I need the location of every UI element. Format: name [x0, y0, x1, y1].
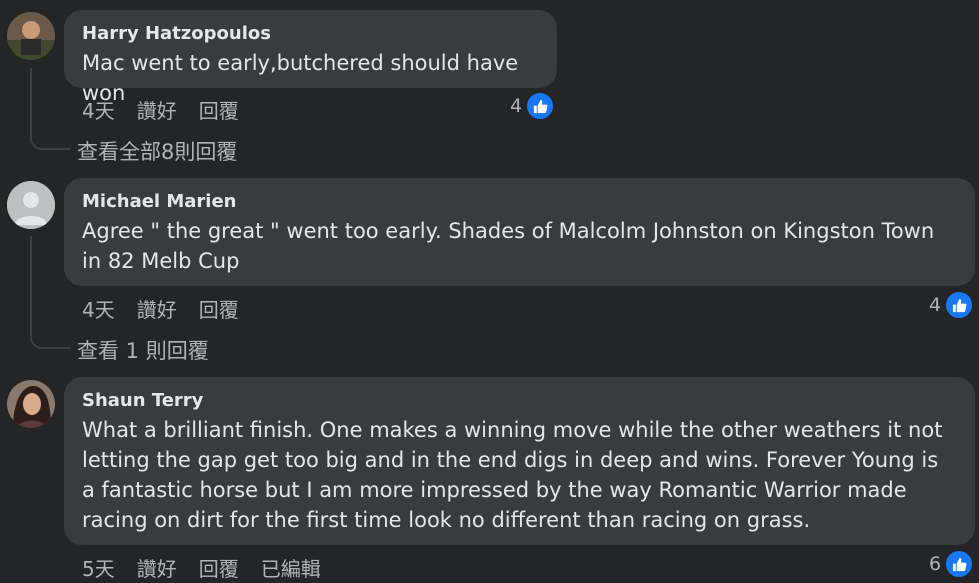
comment-author[interactable]: Shaun Terry: [82, 390, 957, 412]
comment-author[interactable]: Harry Hatzopoulos: [82, 23, 539, 45]
reaction-count[interactable]: 4: [929, 290, 975, 320]
reaction-count[interactable]: 4: [510, 91, 556, 121]
comment-actions: 5天 讚好 回覆 已編輯: [82, 553, 321, 582]
comment-time[interactable]: 4天: [82, 294, 115, 323]
reaction-count-number: 6: [929, 553, 942, 575]
like-icon: [944, 290, 975, 320]
avatar[interactable]: [7, 380, 55, 428]
thread-line: [30, 236, 70, 349]
comment-actions: 4天 讚好 回覆: [82, 294, 239, 323]
reply-button[interactable]: 回覆: [199, 294, 239, 323]
comment-bubble: Michael Marien Agree " the great " went …: [64, 178, 975, 286]
comment-bubble: Shaun Terry What a brilliant finish. One…: [64, 377, 975, 545]
avatar[interactable]: [7, 12, 55, 60]
like-button[interactable]: 讚好: [137, 553, 177, 582]
comment-time[interactable]: 4天: [82, 95, 115, 124]
thread-line: [30, 68, 70, 150]
comment-author[interactable]: Michael Marien: [82, 191, 957, 213]
view-replies-link[interactable]: 查看 1 則回覆: [77, 335, 209, 365]
reply-button[interactable]: 回覆: [199, 553, 239, 582]
like-button[interactable]: 讚好: [137, 294, 177, 323]
comment-time[interactable]: 5天: [82, 553, 115, 582]
reaction-count-number: 4: [929, 294, 942, 316]
like-icon: [944, 549, 975, 579]
comment-text: What a brilliant finish. One makes a win…: [82, 418, 950, 532]
reply-button[interactable]: 回覆: [199, 95, 239, 124]
view-replies-link[interactable]: 查看全部8則回覆: [77, 136, 237, 166]
like-icon: [525, 91, 556, 121]
comment-text: Agree " the great " went too early. Shad…: [82, 219, 941, 273]
comment-bubble: Harry Hatzopoulos Mac went to early,butc…: [64, 10, 557, 105]
comment-actions: 4天 讚好 回覆: [82, 95, 239, 124]
reaction-count[interactable]: 6: [929, 549, 975, 579]
like-button[interactable]: 讚好: [137, 95, 177, 124]
avatar[interactable]: [7, 181, 55, 229]
reaction-count-number: 4: [510, 95, 523, 117]
edited-label[interactable]: 已編輯: [261, 553, 321, 582]
